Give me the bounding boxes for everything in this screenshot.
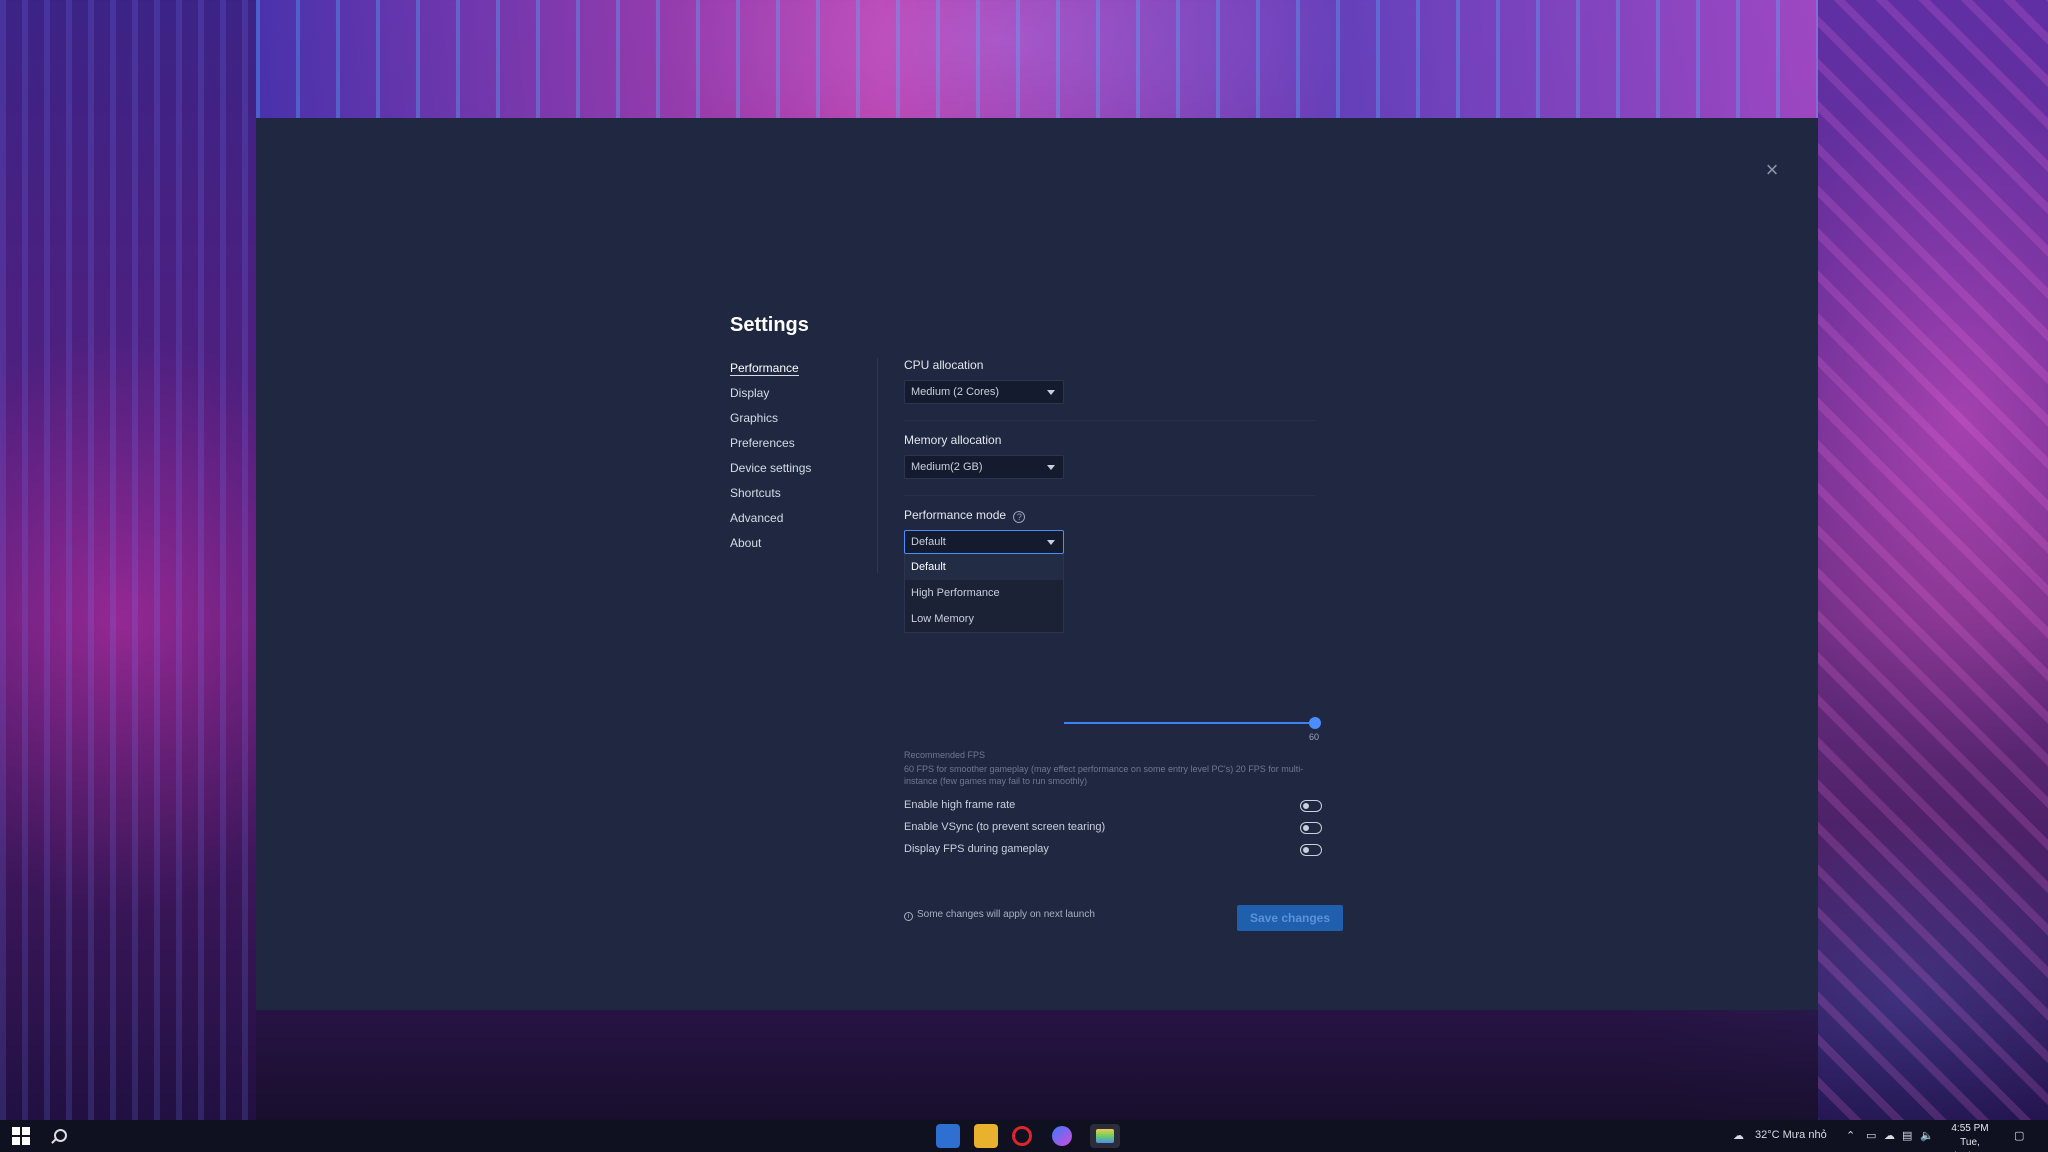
clock-time: 4:55 PM — [1951, 1123, 1989, 1134]
nav-item-advanced[interactable]: Advanced — [730, 510, 890, 535]
toggle-label: Enable VSync (to prevent screen tearing) — [904, 821, 1106, 833]
nav-divider — [877, 358, 878, 573]
performance-mode-label: Performance mode ? — [904, 508, 1026, 523]
settings-window: × Settings Performance Display Graphics … — [256, 118, 1818, 1010]
performance-mode-value: Default — [911, 536, 946, 548]
toggle-row-vsync: Enable VSync (to prevent screen tearing) — [904, 821, 1322, 837]
fps-slider-value: 60 — [1309, 732, 1320, 742]
divider — [904, 495, 1316, 496]
wallpaper-left — [0, 0, 256, 1130]
messenger-icon[interactable] — [1052, 1126, 1072, 1146]
page-title: Settings — [730, 314, 809, 336]
weather-text[interactable]: 32°C Mưa nhỏ — [1755, 1129, 1827, 1141]
nav-item-shortcuts[interactable]: Shortcuts — [730, 485, 890, 510]
fps-slider-thumb[interactable] — [1309, 717, 1321, 729]
wallpaper-right — [1818, 0, 2048, 1130]
clock-date: Tue, 7/13/2021 — [1948, 1137, 1993, 1152]
close-icon[interactable]: × — [1760, 158, 1784, 182]
restart-note-text: Some changes will apply on next launch — [917, 909, 1095, 920]
nav-item-about[interactable]: About — [730, 535, 890, 560]
wallpaper-bottom — [256, 1010, 1818, 1120]
restart-note: i Some changes will apply on next launch — [904, 909, 1095, 921]
performance-mode-text: Performance mode — [904, 508, 1007, 522]
weather-cloud-icon[interactable]: ☁ — [1733, 1129, 1744, 1142]
search-icon[interactable] — [50, 1126, 70, 1146]
cpu-allocation-select[interactable]: Medium (2 Cores) — [904, 380, 1064, 404]
performance-mode-dropdown: Default High Performance Low Memory — [904, 554, 1064, 633]
toggle-label: Enable high frame rate — [904, 799, 1016, 811]
memory-allocation-select[interactable]: Medium(2 GB) — [904, 455, 1064, 479]
volume-icon[interactable]: 🔈 — [1920, 1129, 1934, 1142]
dropdown-option-high-performance[interactable]: High Performance — [905, 580, 1063, 606]
toggle-label: Display FPS during gameplay — [904, 843, 1049, 855]
bluestacks-icon[interactable] — [1090, 1124, 1120, 1148]
mail-icon[interactable] — [936, 1124, 960, 1148]
nav-item-display[interactable]: Display — [730, 385, 890, 410]
memory-allocation-value: Medium(2 GB) — [911, 461, 983, 473]
recommended-fps-title: Recommended FPS — [904, 750, 986, 760]
vsync-toggle[interactable] — [1300, 822, 1322, 834]
network-icon[interactable]: ▭ — [1866, 1129, 1876, 1142]
recommended-fps-text: 60 FPS for smoother gameplay (may effect… — [904, 764, 1304, 786]
fps-slider-track[interactable] — [1064, 722, 1314, 724]
save-changes-button[interactable]: Save changes — [1237, 905, 1343, 931]
dropdown-option-low-memory[interactable]: Low Memory — [905, 606, 1063, 632]
nav-item-device-settings[interactable]: Device settings — [730, 460, 890, 485]
divider — [904, 420, 1316, 421]
toggle-row-high-frame-rate: Enable high frame rate — [904, 799, 1322, 815]
performance-mode-select[interactable]: Default — [904, 530, 1064, 554]
chevron-down-icon — [1047, 390, 1055, 395]
chevron-down-icon — [1047, 540, 1055, 545]
nav-item-graphics[interactable]: Graphics — [730, 410, 890, 435]
windows-start-icon[interactable] — [12, 1127, 30, 1145]
nav-item-preferences[interactable]: Preferences — [730, 435, 890, 460]
nav-item-performance[interactable]: Performance — [730, 360, 890, 385]
cpu-allocation-value: Medium (2 Cores) — [911, 386, 1000, 398]
bluestacks-logo — [1096, 1129, 1114, 1143]
notifications-icon[interactable]: ▢ — [2014, 1129, 2024, 1142]
dropdown-option-default[interactable]: Default — [905, 554, 1063, 580]
high-frame-rate-toggle[interactable] — [1300, 800, 1322, 812]
file-explorer-icon[interactable] — [974, 1124, 998, 1148]
taskbar: ☁ 32°C Mưa nhỏ ⌃ ▭ ☁ ▤ 🔈 4:55 PM Tue, 7/… — [0, 1120, 2048, 1152]
memory-allocation-label: Memory allocation — [904, 433, 1002, 447]
chevron-down-icon — [1047, 465, 1055, 470]
wallpaper-top — [256, 0, 1818, 118]
toggle-row-display-fps: Display FPS during gameplay — [904, 843, 1322, 859]
chevron-up-icon[interactable]: ⌃ — [1846, 1129, 1855, 1142]
settings-nav: Performance Display Graphics Preferences… — [730, 360, 890, 560]
clock[interactable]: 4:55 PM Tue, 7/13/2021 — [1940, 1122, 2000, 1152]
onedrive-icon[interactable]: ☁ — [1884, 1129, 1895, 1142]
cpu-allocation-label: CPU allocation — [904, 358, 984, 372]
opera-icon[interactable] — [1012, 1126, 1032, 1146]
display-fps-toggle[interactable] — [1300, 844, 1322, 856]
info-icon: i — [904, 912, 913, 921]
help-icon[interactable]: ? — [1013, 511, 1026, 523]
wifi-icon[interactable]: ▤ — [1902, 1129, 1912, 1142]
